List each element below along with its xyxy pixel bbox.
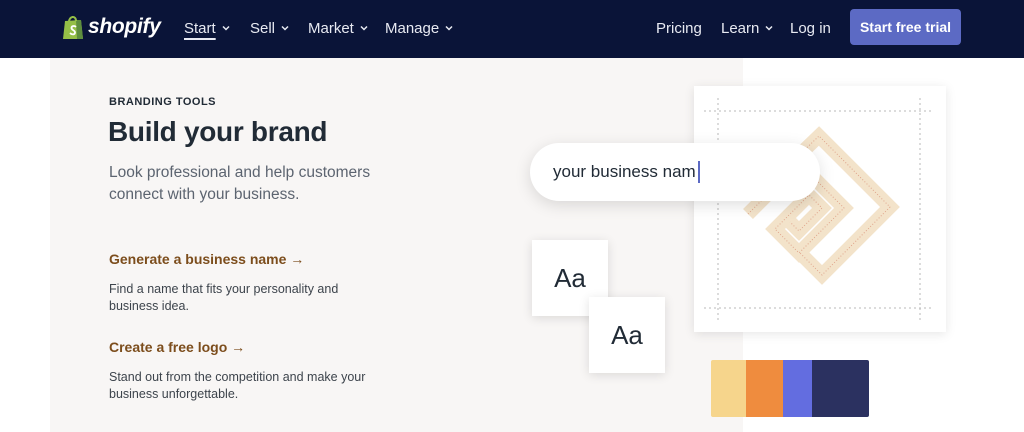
nav-item-label: Start — [184, 19, 216, 37]
shopping-bag-icon — [63, 16, 83, 39]
shopify-logo[interactable]: shopify — [62, 12, 161, 42]
text-cursor — [697, 161, 700, 183]
section-eyebrow: BRANDING TOOLS — [109, 96, 217, 108]
color-palette — [711, 360, 869, 417]
brand-wordmark: shopify — [88, 15, 161, 38]
nav-item-start[interactable]: Start — [184, 18, 230, 38]
nav-learn-menu[interactable]: Learn — [721, 18, 773, 38]
nav-login-link[interactable]: Log in — [790, 18, 831, 38]
generate-business-name-link[interactable]: Generate a business name → — [109, 251, 304, 267]
create-free-logo-link[interactable]: Create a free logo → — [109, 339, 245, 355]
chevron-down-icon — [281, 25, 289, 31]
nav-learn-label: Learn — [721, 19, 760, 37]
color-swatch — [812, 360, 869, 417]
nav-item-sell[interactable]: Sell — [250, 18, 289, 38]
color-swatch — [711, 360, 746, 417]
logo-preview-card — [694, 86, 946, 332]
top-nav: shopify Start Sell Market Manage Pricing… — [0, 0, 1024, 58]
nav-pricing-link[interactable]: Pricing — [656, 18, 702, 38]
nav-item-label: Market — [308, 19, 354, 37]
business-name-text: your business nam — [553, 162, 696, 181]
nav-item-label: Sell — [250, 19, 276, 37]
nav-item-label: Manage — [385, 19, 440, 37]
color-swatch — [783, 360, 812, 417]
hero-subtitle: Look professional and help customers con… — [109, 164, 371, 203]
color-swatch — [746, 360, 783, 417]
start-free-trial-button[interactable]: Start free trial — [850, 9, 961, 45]
nav-item-manage[interactable]: Manage — [385, 18, 453, 38]
chevron-down-icon — [360, 25, 368, 31]
logo-mark-illustration — [704, 98, 934, 320]
nav-pricing-label: Pricing — [656, 19, 702, 37]
chevron-down-icon — [445, 25, 453, 31]
chevron-down-icon — [222, 25, 230, 31]
nav-item-market[interactable]: Market — [308, 18, 368, 38]
generate-business-name-description: Find a name that fits your personality a… — [109, 282, 339, 313]
font-sample-card: Aa — [589, 297, 665, 373]
nav-login-label: Log in — [790, 19, 831, 37]
page-title: Build your brand — [108, 116, 328, 147]
chevron-down-icon — [765, 25, 773, 31]
create-free-logo-description: Stand out from the competition and make … — [109, 370, 366, 401]
business-name-input[interactable]: your business nam — [530, 143, 820, 201]
